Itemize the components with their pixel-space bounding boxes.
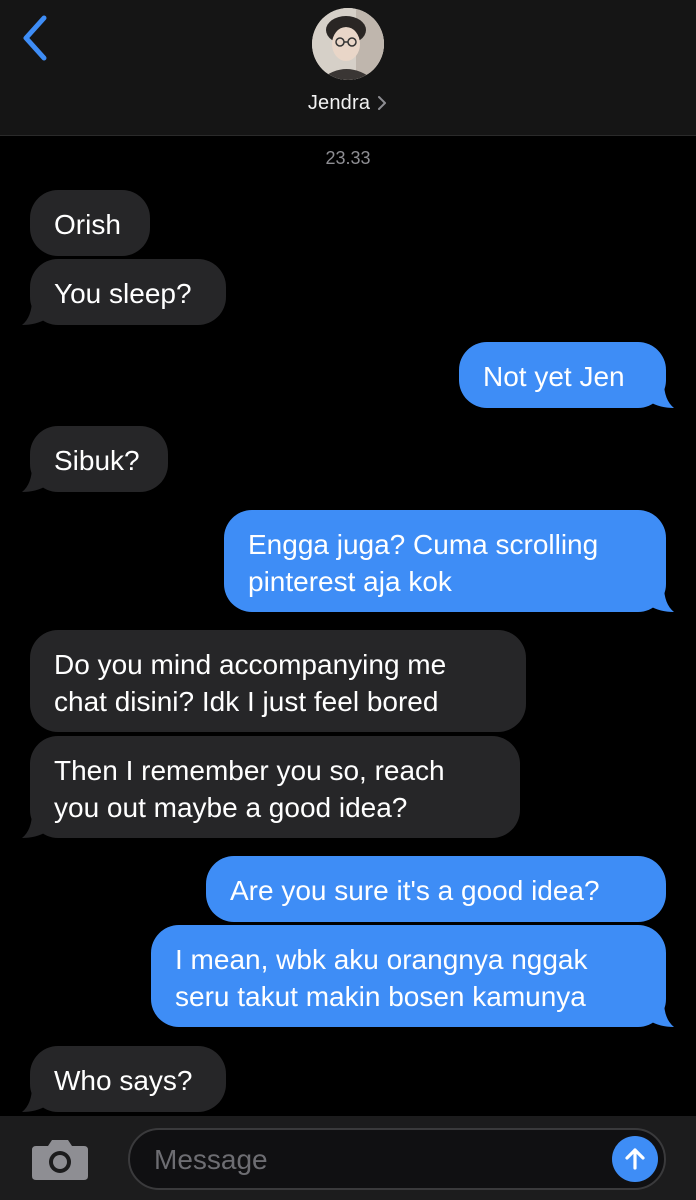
arrow-up-icon: [625, 1148, 645, 1170]
message-field: [128, 1128, 666, 1190]
message-text-line: seru takut makin bosen kamunya: [175, 981, 586, 1012]
conversation-header: Jendra: [0, 0, 696, 136]
message-text: Are you sure it's a good idea?: [230, 875, 600, 906]
contact-avatar[interactable]: [312, 8, 384, 80]
bubble-tail: [650, 382, 674, 408]
message-bubble-sent[interactable]: Not yet Jen: [459, 342, 674, 408]
bubble-tail: [22, 299, 46, 325]
compose-bar: [0, 1116, 696, 1200]
message-text-line: I mean, wbk aku orangnya nggak: [175, 944, 588, 975]
message-text-line: Engga juga? Cuma scrolling: [248, 529, 599, 560]
avatar-photo: [312, 8, 384, 80]
chevron-right-icon: [378, 96, 387, 110]
message-bubble-received[interactable]: Orish: [30, 190, 150, 256]
message-bubble-received[interactable]: Then I remember you so, reach you out ma…: [22, 736, 520, 838]
message-bubble-received[interactable]: Do you mind accompanying me chat disini?…: [30, 630, 526, 732]
message-bubble-sent[interactable]: Engga juga? Cuma scrolling pinterest aja…: [224, 510, 674, 612]
camera-icon: [32, 1140, 88, 1180]
camera-button[interactable]: [30, 1136, 90, 1182]
bubble-tail: [650, 586, 674, 612]
message-text-line: chat disini? Idk I just feel bored: [54, 686, 439, 717]
message-bubble-sent[interactable]: I mean, wbk aku orangnya nggak seru taku…: [151, 925, 674, 1027]
message-text-line: pinterest aja kok: [248, 566, 452, 597]
contact-name: Jendra: [307, 91, 371, 114]
message-text: Sibuk?: [54, 445, 140, 476]
message-text: You sleep?: [54, 278, 192, 309]
message-bubble-received[interactable]: Sibuk?: [22, 426, 168, 492]
message-text: Not yet Jen: [483, 361, 625, 392]
message-text-line: Do you mind accompanying me: [54, 649, 447, 680]
bubble-tail: [22, 1086, 46, 1112]
message-input[interactable]: [154, 1140, 594, 1180]
message-text-line: Then I remember you so, reach: [54, 755, 445, 786]
message-text: Who says?: [54, 1065, 193, 1096]
back-button[interactable]: [18, 14, 58, 62]
message-text: Orish: [54, 209, 121, 240]
bubble-tail: [650, 1001, 674, 1027]
message-text-line: you out maybe a good idea?: [54, 792, 408, 823]
chevron-left-icon: [23, 15, 47, 61]
message-bubble-sent[interactable]: Are you sure it's a good idea?: [206, 856, 666, 922]
message-bubble-received[interactable]: Who says?: [22, 1046, 226, 1112]
contact-details-link[interactable]: Jendra: [0, 88, 696, 118]
bubble-tail: [22, 466, 46, 492]
bubble-tail: [22, 812, 46, 838]
message-timestamp: 23.33: [325, 148, 371, 168]
send-button[interactable]: [612, 1136, 658, 1182]
message-bubble-received[interactable]: You sleep?: [22, 259, 226, 325]
